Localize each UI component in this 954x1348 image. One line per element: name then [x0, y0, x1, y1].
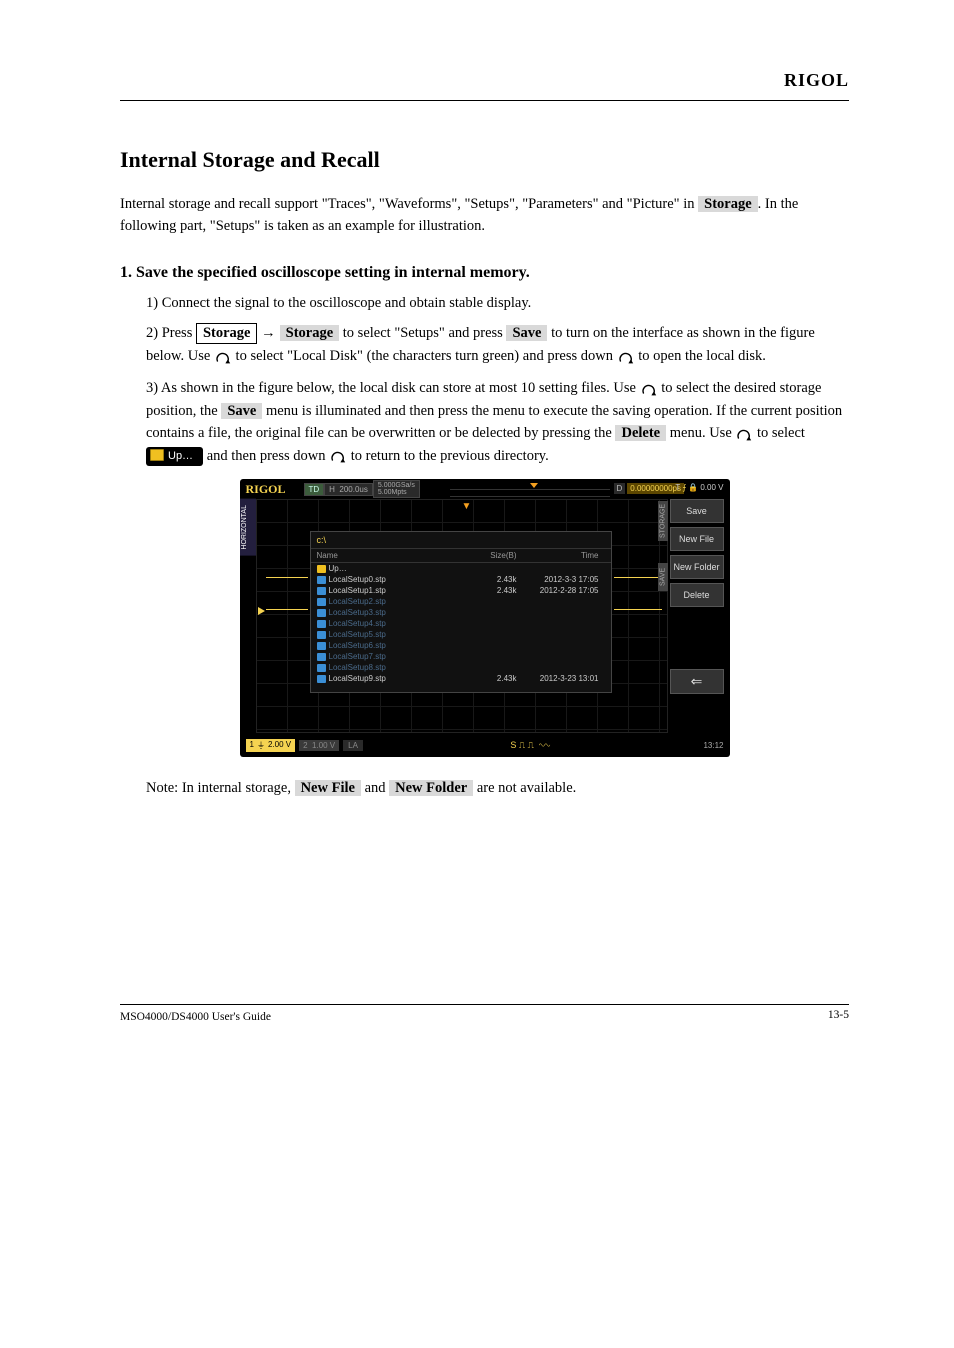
- file-row[interactable]: LocalSetup0.stp2.43k2012-3-3 17:05: [311, 574, 611, 585]
- browser-path: c:\: [311, 532, 611, 549]
- scope-delay: D 0.00000000ps: [614, 483, 685, 494]
- delete-softkey: Delete: [615, 425, 666, 441]
- file-icon: [317, 620, 326, 628]
- step1-heading: 1. Save the specified oscilloscope setti…: [120, 264, 849, 282]
- new-folder-softkey: New Folder: [389, 780, 473, 796]
- save-vertical-tab: SAVE: [658, 563, 668, 591]
- scope-clock: 13:12: [703, 741, 723, 750]
- step2-text: 3) As shown in the figure below, the loc…: [146, 380, 842, 463]
- file-browser[interactable]: c:\ Name Size(B) Time Up… LocalSetup0.st…: [310, 531, 612, 693]
- folder-icon: [150, 449, 164, 461]
- save-softkey-2: Save: [221, 403, 262, 419]
- trigger-marker-icon: ▼: [462, 501, 472, 512]
- scope-td-chip: TD: [304, 483, 325, 496]
- file-row[interactable]: LocalSetup2.stp: [311, 596, 611, 607]
- scope-side-menu: STORAGE SAVE Save New File New Folder De…: [670, 499, 724, 694]
- multipurpose-knob-icon: [735, 426, 753, 442]
- brand-header: RIGOL: [120, 70, 849, 100]
- wave-fragment: [614, 597, 662, 625]
- save-softkey: Save: [506, 325, 547, 341]
- scope-trigger: T ⨍ 🔒 0.00 V: [675, 483, 723, 492]
- storage-softkey: Storage: [698, 196, 758, 212]
- file-row[interactable]: LocalSetup7.stp: [311, 651, 611, 662]
- file-row[interactable]: LocalSetup3.stp: [311, 607, 611, 618]
- scope-overview: [450, 483, 610, 497]
- file-icon: [317, 587, 326, 595]
- file-icon: [317, 653, 326, 661]
- file-row[interactable]: LocalSetup9.stp2.43k2012-3-23 13:01: [311, 673, 611, 684]
- file-row[interactable]: LocalSetup8.stp: [311, 662, 611, 673]
- oscilloscope-screenshot: RIGOL TD H 200.0us 5.000GSa/s 5.00Mpts D…: [240, 479, 730, 757]
- ch1-chip: 1 ⏚ 2.00 V: [246, 739, 296, 752]
- note-paragraph: Note: In internal storage, New File and …: [120, 777, 849, 799]
- intro-paragraph: Internal storage and recall support "Tra…: [120, 193, 849, 238]
- file-icon: [317, 576, 326, 584]
- step1-body: 1) Connect the signal to the oscilloscop…: [120, 292, 849, 467]
- horizontal-tab: HORIZONTAL: [240, 499, 256, 556]
- multipurpose-knob-icon: [640, 381, 658, 397]
- up-folder-pill: Up…: [146, 447, 203, 466]
- scope-status-bar: 1 ⏚ 2.00 V 2 1.00 V LA S ⎍ ⎍ ∿∿ 13:12: [240, 737, 730, 753]
- file-row[interactable]: LocalSetup4.stp: [311, 618, 611, 629]
- multipurpose-knob-icon: [214, 349, 232, 365]
- file-row[interactable]: LocalSetup5.stp: [311, 629, 611, 640]
- trigger-position-icon: [530, 483, 538, 488]
- file-icon: [317, 631, 326, 639]
- scope-logo: RIGOL: [246, 482, 286, 497]
- file-row[interactable]: LocalSetup1.stp2.43k2012-2-28 17:05: [311, 585, 611, 596]
- new-folder-button[interactable]: New Folder: [670, 555, 724, 579]
- file-row[interactable]: LocalSetup6.stp: [311, 640, 611, 651]
- wave-fragment: [266, 565, 308, 593]
- folder-icon: [317, 565, 326, 573]
- wave-fragment: [614, 565, 662, 593]
- ch1-zero-marker-icon: [258, 607, 265, 615]
- back-button[interactable]: ⇐: [670, 669, 724, 694]
- lock-icon: 🔒: [688, 483, 698, 492]
- step1-line1: 1) Connect the signal to the oscilloscop…: [146, 295, 531, 311]
- file-icon: [317, 609, 326, 617]
- file-icon: [317, 664, 326, 672]
- step1-line2: 2) Press Storage → Storage to select "Se…: [146, 325, 815, 363]
- storage-vertical-tab: STORAGE: [658, 501, 668, 541]
- footer-rule: [120, 1004, 849, 1005]
- save-button[interactable]: Save: [670, 499, 724, 523]
- new-file-button[interactable]: New File: [670, 527, 724, 551]
- file-icon: [317, 675, 326, 683]
- storage-softkey-2: Storage: [280, 325, 340, 341]
- multipurpose-knob-icon: [617, 349, 635, 365]
- browser-header: Name Size(B) Time: [311, 549, 611, 563]
- la-chip: LA: [343, 740, 363, 751]
- storage-hardkey: Storage: [196, 323, 258, 344]
- file-icon: [317, 642, 326, 650]
- multipurpose-knob-icon: [329, 448, 347, 464]
- source-icons: S ⎍ ⎍ ∿∿: [510, 740, 550, 751]
- up-row[interactable]: Up…: [311, 563, 611, 574]
- wave-fragment: [266, 597, 308, 625]
- scope-h-chip: H 200.0us: [324, 483, 373, 496]
- ch2-chip: 2 1.00 V: [299, 740, 339, 751]
- new-file-softkey: New File: [295, 780, 361, 796]
- delete-button[interactable]: Delete: [670, 583, 724, 607]
- scope-rate-chip: 5.000GSa/s 5.00Mpts: [373, 480, 420, 498]
- intro-text: Internal storage and recall support "Tra…: [120, 196, 798, 234]
- header-rule: [120, 100, 849, 101]
- file-icon: [317, 598, 326, 606]
- section-heading: Internal Storage and Recall: [120, 147, 849, 173]
